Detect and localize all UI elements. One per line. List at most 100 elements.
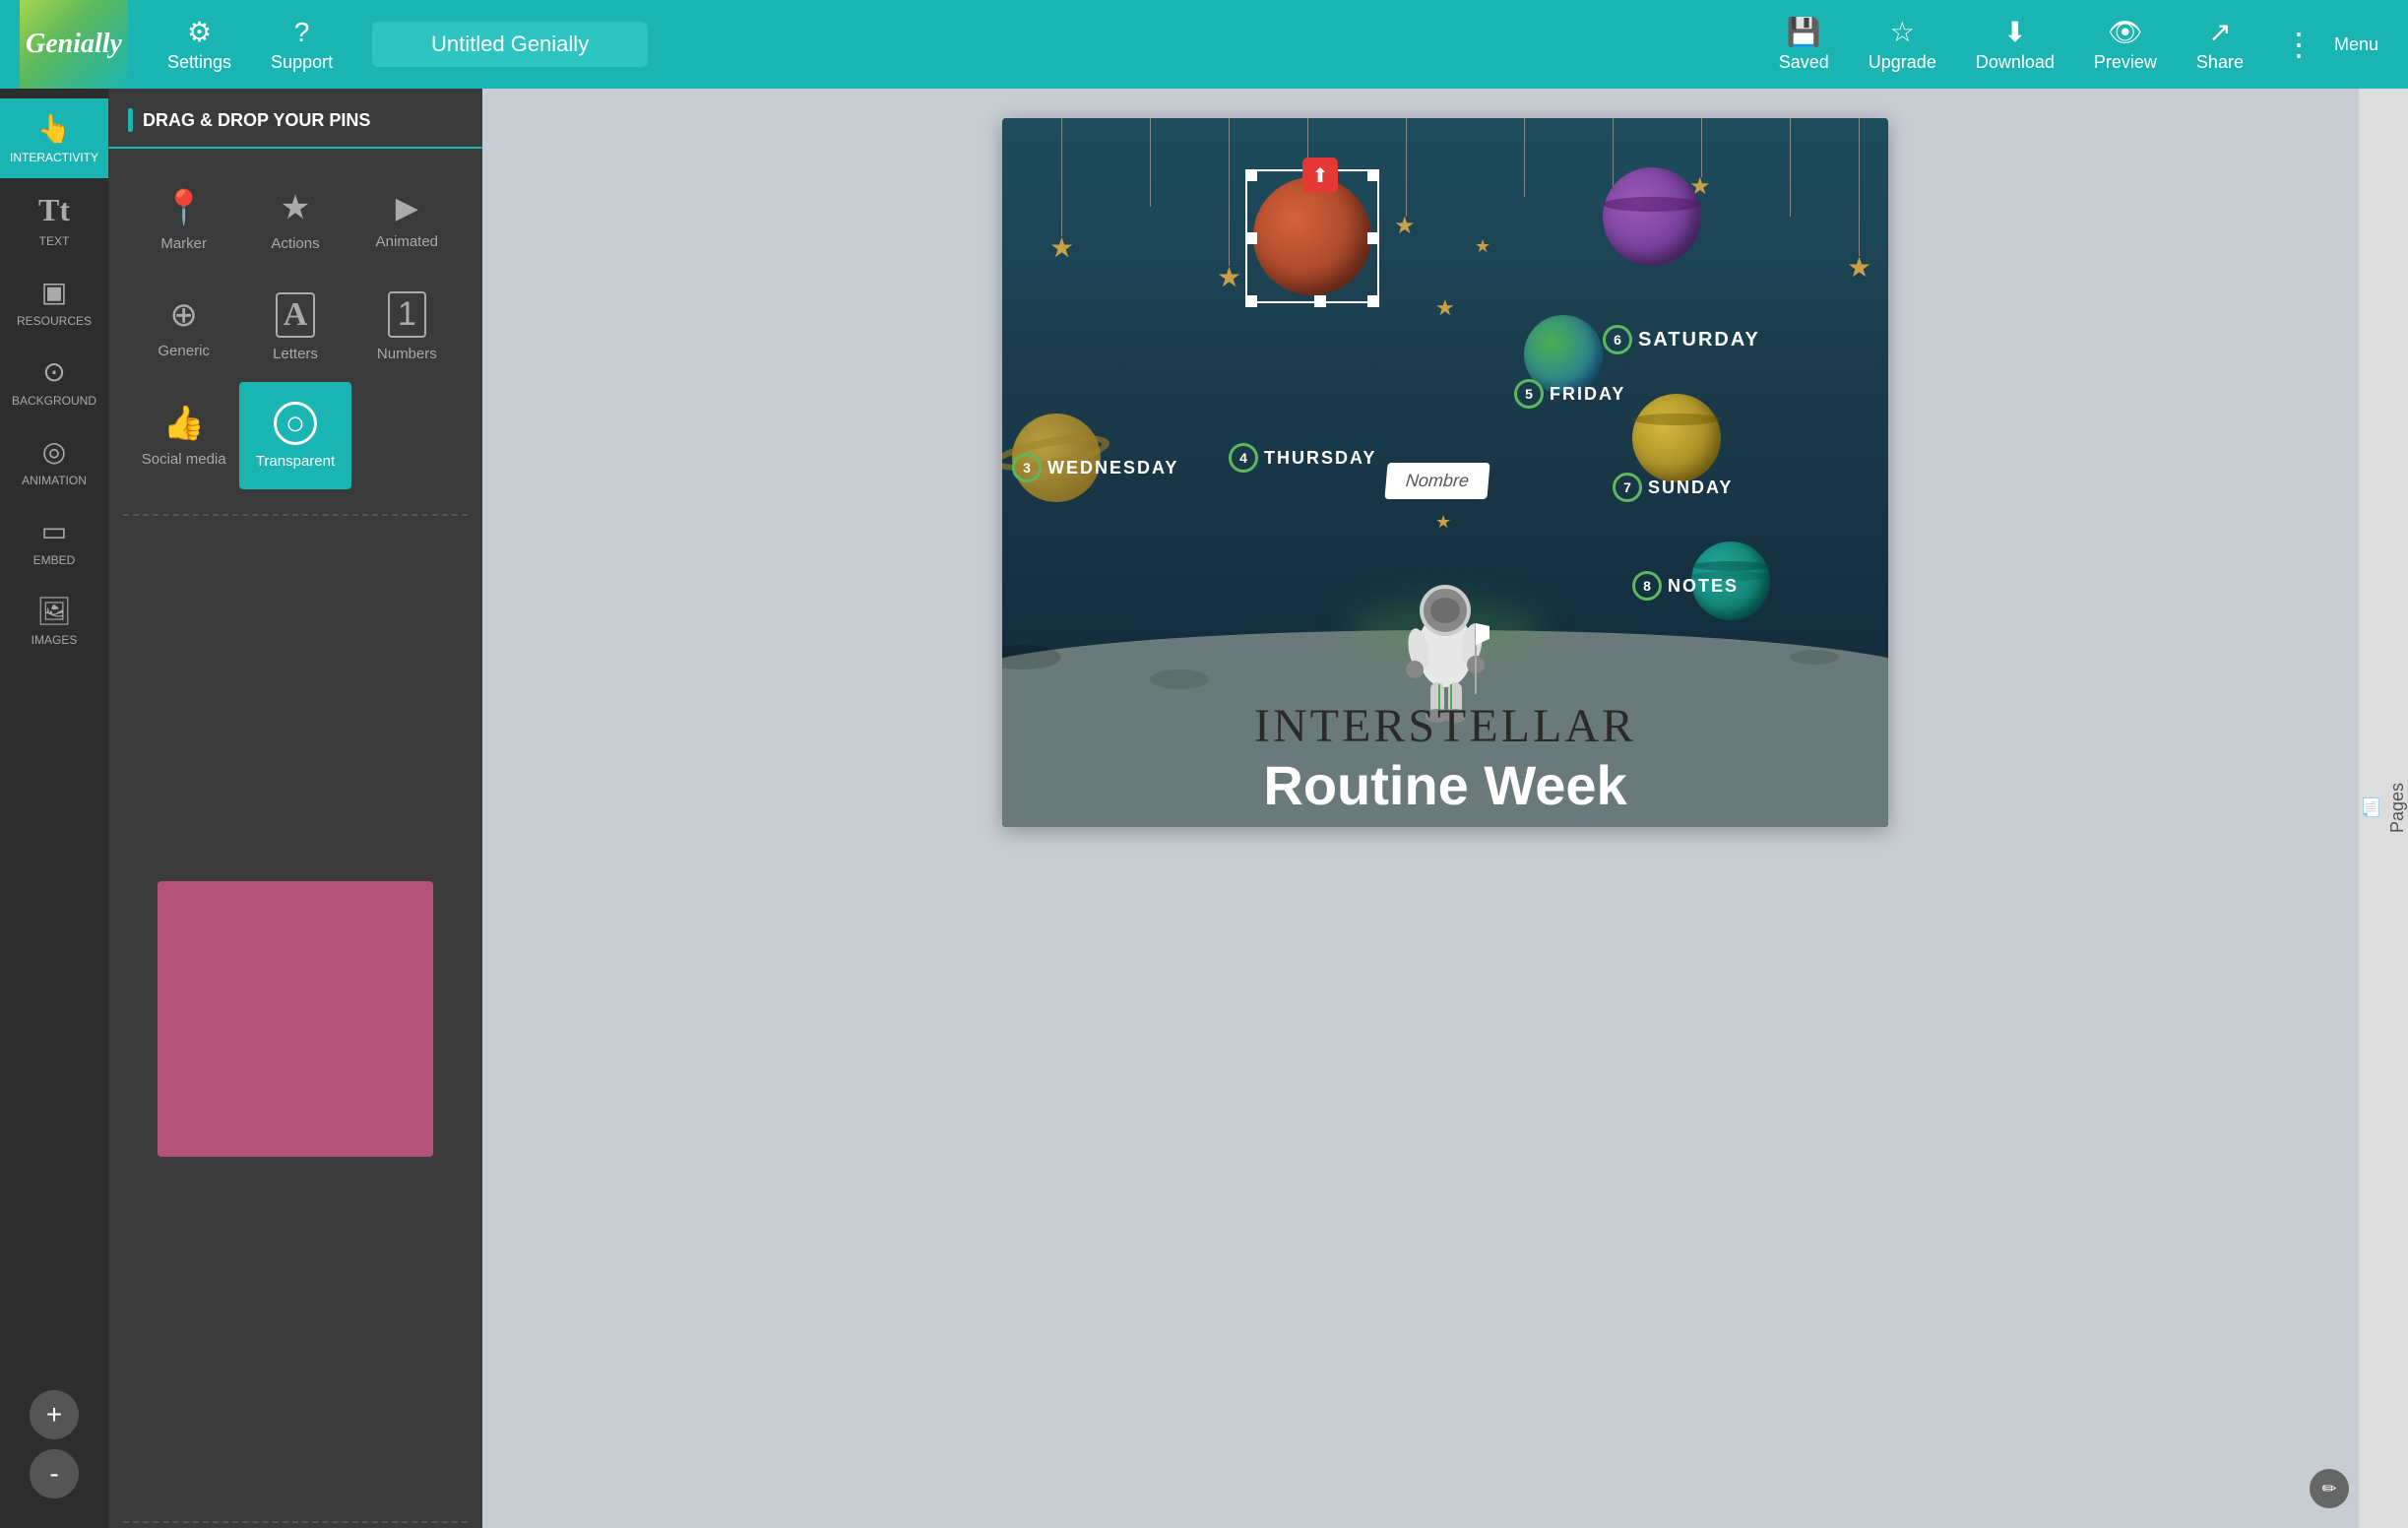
interactivity-panel: DRAG & DROP YOUR PINS 📍 Marker ★ Actions… — [108, 89, 482, 1528]
settings-button[interactable]: ⚙ Settings — [148, 8, 251, 81]
top-navbar: Genially ⚙ Settings ? Support 💾 Saved ☆ … — [0, 0, 2408, 89]
day-wednesday: 3 Wednesday — [1012, 453, 1178, 482]
embed-icon: ▭ — [41, 515, 67, 547]
canvas-title2: Routine Week — [1101, 753, 1790, 817]
marker-icon: 📍 — [162, 188, 204, 227]
support-label: Support — [271, 52, 333, 73]
sidebar-item-text[interactable]: Tt TEXT — [0, 178, 108, 262]
add-button[interactable]: + — [30, 1390, 79, 1439]
logo-area[interactable]: Genially — [20, 0, 128, 89]
saved-label: Saved — [1779, 52, 1829, 73]
pages-label: Pages — [2387, 783, 2408, 833]
pin-generic[interactable]: ⊕ Generic — [128, 272, 239, 382]
background-icon: ⊙ — [42, 355, 65, 388]
canvas-title-area: INTERSTELLAR Routine Week — [1101, 699, 1790, 817]
divider-bottom — [123, 1521, 468, 1523]
menu-label: Menu — [2334, 34, 2378, 55]
sidebar-item-embed[interactable]: ▭ EMBED — [0, 501, 108, 581]
resources-icon: ▣ — [41, 276, 67, 308]
saved-area: 💾 Saved — [1759, 8, 1849, 81]
preview-button[interactable]: 👁 Preview — [2074, 8, 2177, 81]
animation-icon: ◎ — [42, 435, 66, 468]
download-label: Download — [1976, 52, 2055, 73]
share-label: Share — [2196, 52, 2244, 73]
pin-actions[interactable]: ★ Actions — [239, 168, 350, 272]
animated-label: Animated — [376, 233, 438, 250]
logo: Genially — [26, 29, 122, 60]
canvas-pin-red[interactable]: ⬆ — [1302, 158, 1338, 193]
pin-numbers[interactable]: 1 Numbers — [351, 272, 463, 382]
upgrade-button[interactable]: ☆ Upgrade — [1849, 8, 1956, 81]
saved-icon: 💾 — [1787, 16, 1821, 48]
social-media-label: Social media — [142, 451, 226, 468]
animated-icon: ▶ — [396, 191, 418, 225]
letters-icon: A — [276, 292, 316, 338]
sidebar-item-background[interactable]: ⊙ BACKGROUND — [0, 342, 108, 421]
pins-grid: 📍 Marker ★ Actions ▶ Animated ⊕ Generic … — [108, 149, 482, 509]
nombre-text: Nombre — [1405, 471, 1470, 490]
generic-label: Generic — [158, 343, 210, 359]
actions-label: Actions — [271, 235, 319, 252]
pin-social-media[interactable]: 👍 Social media — [128, 382, 239, 489]
edit-corner-button[interactable]: ✏ — [2310, 1469, 2349, 1508]
left-sidebar: 👆 INTERACTIVITY Tt TEXT ▣ RESOURCES ⊙ BA… — [0, 89, 108, 1528]
download-button[interactable]: ⬇ Download — [1956, 8, 2074, 81]
sidebar-label-interactivity: INTERACTIVITY — [10, 151, 98, 164]
day-notes: 8 Notes — [1632, 571, 1739, 601]
pin-marker[interactable]: 📍 Marker — [128, 168, 239, 272]
pages-sidebar[interactable]: 📄 Pages — [2359, 89, 2408, 1528]
sidebar-item-animation[interactable]: ◎ ANIMATION — [0, 421, 108, 501]
social-media-icon: 👍 — [162, 404, 204, 443]
sidebar-item-interactivity[interactable]: 👆 INTERACTIVITY — [0, 98, 108, 178]
day-friday: 5 Friday — [1514, 379, 1625, 409]
settings-icon: ⚙ — [187, 16, 212, 48]
transparent-label: Transparent — [256, 453, 335, 470]
pages-icon: 📄 — [2360, 797, 2381, 819]
nombre-banner: Nombre — [1384, 463, 1489, 499]
transparent-icon: ○ — [274, 402, 317, 445]
preview-label: Preview — [2094, 52, 2157, 73]
sidebar-item-images[interactable]: 🖼 IMAGES — [0, 581, 108, 661]
letters-label: Letters — [273, 346, 318, 362]
canvas-area[interactable]: ★ ★ ★ ★ ★ — [482, 89, 2408, 1528]
share-button[interactable]: ↗ Share — [2177, 8, 2263, 81]
sidebar-label-embed: EMBED — [33, 553, 76, 567]
numbers-icon: 1 — [388, 291, 426, 338]
day-sunday: 7 Sunday — [1613, 473, 1733, 502]
star-3: ★ — [1435, 512, 1451, 533]
star-1: ★ — [1435, 295, 1455, 321]
preview-area — [108, 521, 482, 1516]
pin-letters[interactable]: A Letters — [239, 272, 350, 382]
sidebar-label-resources: RESOURCES — [17, 314, 92, 328]
planet-selected[interactable]: ⬆ — [1253, 177, 1371, 295]
sidebar-label-background: BACKGROUND — [12, 394, 96, 408]
menu-button[interactable]: ⋮ — [2263, 18, 2334, 71]
hang-container: ★ ★ ★ ★ ★ — [1002, 118, 1888, 414]
divider-top — [123, 514, 468, 516]
preview-icon: 👁 — [2108, 16, 2143, 48]
planet-purple[interactable] — [1603, 167, 1701, 266]
preview-box — [158, 881, 433, 1157]
panel-header: DRAG & DROP YOUR PINS — [108, 89, 482, 149]
upgrade-label: Upgrade — [1869, 52, 1936, 73]
sidebar-label-text: TEXT — [39, 234, 70, 248]
share-icon: ↗ — [2208, 16, 2231, 48]
sidebar-label-images: IMAGES — [32, 633, 78, 647]
canvas-background: ★ ★ ★ ★ ★ — [1002, 118, 1888, 827]
sidebar-bottom: + - — [30, 1390, 79, 1518]
planet-gold[interactable] — [1632, 394, 1721, 482]
support-button[interactable]: ? Support — [251, 9, 352, 81]
numbers-label: Numbers — [377, 346, 437, 362]
actions-icon: ★ — [281, 188, 310, 227]
title-input[interactable] — [372, 22, 648, 67]
star-2: ★ — [1475, 236, 1490, 257]
sidebar-item-resources[interactable]: ▣ RESOURCES — [0, 262, 108, 342]
canvas-title1: INTERSTELLAR — [1101, 699, 1790, 753]
presentation-canvas[interactable]: ★ ★ ★ ★ ★ — [1002, 118, 1888, 827]
minus-button[interactable]: - — [30, 1449, 79, 1498]
generic-icon: ⊕ — [169, 295, 198, 335]
pin-transparent[interactable]: ○ Transparent — [239, 382, 350, 489]
pin-animated[interactable]: ▶ Animated — [351, 168, 463, 272]
text-icon: Tt — [38, 192, 70, 228]
pages-sidebar-inner: 📄 Pages — [2360, 783, 2408, 833]
